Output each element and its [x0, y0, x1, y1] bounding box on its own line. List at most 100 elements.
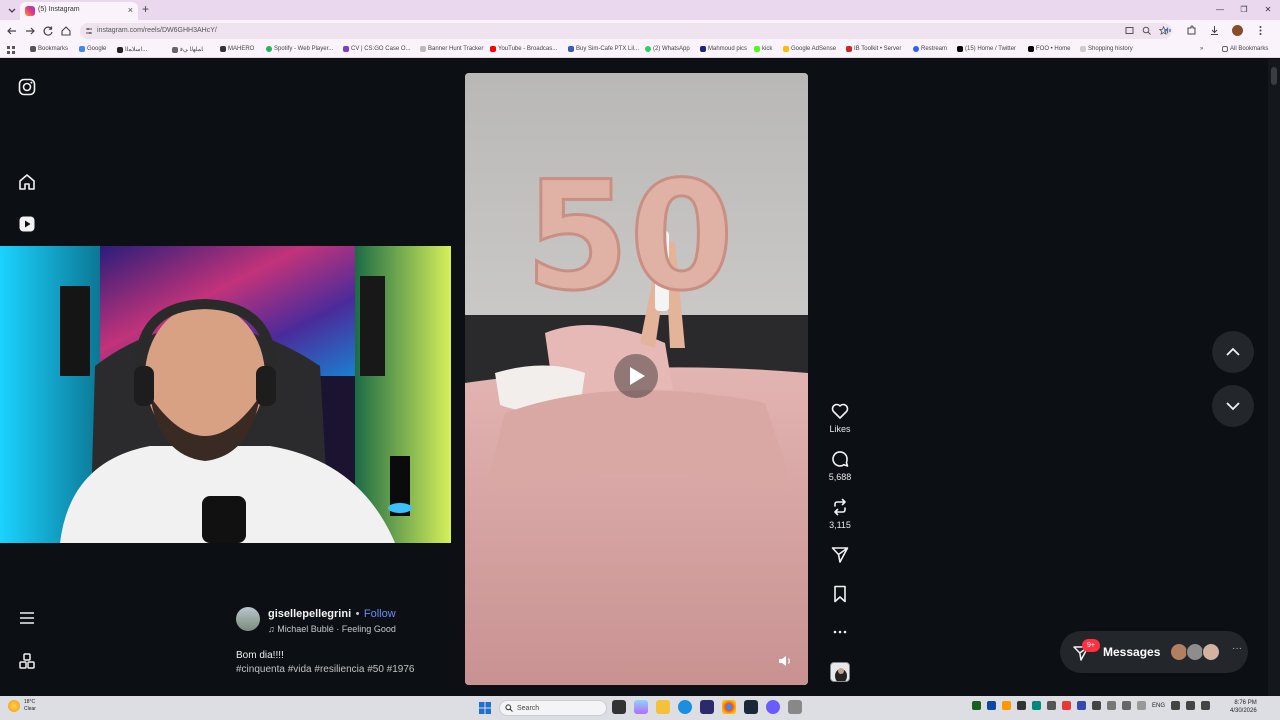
volume-icon[interactable] [775, 651, 795, 671]
minimize-icon[interactable]: — [1208, 0, 1232, 20]
share-action[interactable] [820, 545, 860, 565]
wifi-icon[interactable] [1171, 701, 1181, 710]
more-menu-icon[interactable] [18, 609, 36, 627]
bookmark-item[interactable]: Bookmarks [30, 46, 68, 52]
downloads-icon[interactable] [1209, 25, 1220, 36]
page-scrollbar[interactable] [1268, 59, 1280, 696]
language-indicator[interactable]: ENG [1152, 703, 1165, 709]
bookmark-item[interactable]: ﺍﺳﻠﺎﻤﻟﺍ... [117, 46, 147, 53]
obs-icon[interactable] [766, 700, 780, 714]
settings-gear-icon[interactable] [788, 700, 802, 714]
play-icon[interactable] [614, 354, 658, 398]
bookmark-item[interactable]: CV | CS:GO Case O... [343, 46, 411, 52]
bookmark-item[interactable]: Shopping history [1080, 46, 1133, 52]
back-icon[interactable] [6, 25, 18, 37]
reels-nav-icon[interactable] [18, 215, 36, 233]
profile-avatar[interactable] [1232, 25, 1243, 36]
send-icon[interactable] [830, 545, 850, 565]
tray-app-icon[interactable] [1002, 701, 1011, 710]
comment-action[interactable]: 5,688 [820, 449, 860, 482]
audio-line[interactable]: ♫ Michael Bublé · Feeling Good [268, 624, 396, 634]
browser-tab[interactable]: (5) Instagram × [20, 2, 138, 20]
also-from-meta-icon[interactable] [18, 652, 36, 670]
bookmark-item[interactable]: Mahmoud pics [700, 46, 747, 52]
comment-icon[interactable] [830, 449, 850, 469]
zoom-icon[interactable] [1142, 26, 1151, 35]
tray-app-icon[interactable] [972, 701, 981, 710]
tray-app-icon[interactable] [987, 701, 996, 710]
scrollbar-thumb[interactable] [1271, 67, 1277, 85]
chevron-up-tray-icon[interactable] [1137, 701, 1146, 710]
media-control-icon[interactable] [1163, 25, 1174, 36]
bookmark-item[interactable]: (15) Home / Twitter [957, 46, 1016, 52]
forward-icon[interactable] [24, 25, 36, 37]
next-reel-button[interactable] [1212, 385, 1254, 427]
bookmark-icon[interactable] [830, 584, 850, 604]
tab-close-icon[interactable]: × [128, 5, 133, 15]
bookmark-item[interactable]: IB Toolkit • Server [846, 46, 901, 52]
site-info-icon[interactable] [85, 27, 93, 35]
more-options-action[interactable] [820, 622, 860, 642]
battery-icon[interactable] [1201, 701, 1211, 710]
tray-app-icon[interactable] [1047, 701, 1056, 710]
browser-menu-icon[interactable] [1255, 25, 1266, 36]
tray-app-icon[interactable] [1062, 701, 1071, 710]
tab-search-icon[interactable] [6, 4, 18, 16]
file-explorer-icon[interactable] [656, 700, 670, 714]
tray-app-icon[interactable] [1107, 701, 1116, 710]
repost-icon[interactable] [830, 497, 850, 517]
tray-app-icon[interactable] [1092, 701, 1101, 710]
bookmark-item[interactable]: Google AdSense [783, 46, 836, 52]
messages-button[interactable]: 9+ Messages ··· [1060, 631, 1248, 673]
tray-app-icon[interactable] [1077, 701, 1086, 710]
instagram-logo-icon[interactable] [18, 78, 36, 96]
previous-reel-button[interactable] [1212, 331, 1254, 373]
new-tab-icon[interactable]: + [142, 2, 149, 16]
task-view-icon[interactable] [612, 700, 626, 714]
steam-icon[interactable] [744, 700, 758, 714]
original-audio-thumbnail[interactable] [830, 662, 850, 682]
close-window-icon[interactable]: ✕ [1256, 0, 1280, 20]
home-nav-icon[interactable] [18, 173, 36, 191]
chrome-icon[interactable] [722, 700, 736, 714]
install-app-icon[interactable] [1125, 26, 1134, 35]
apps-grid-icon[interactable] [7, 46, 15, 54]
tray-app-icon[interactable] [1122, 701, 1131, 710]
bookmark-item[interactable]: FOO • Home [1028, 46, 1070, 52]
like-action[interactable]: Likes [820, 401, 860, 434]
bookmarks-overflow-icon[interactable]: » [1200, 46, 1203, 52]
taskbar-clock[interactable]: 8:76 PM 4/30/2026 [1230, 699, 1257, 715]
edge-icon[interactable] [678, 700, 692, 714]
follow-button[interactable]: Follow [364, 608, 396, 620]
extensions-puzzle-icon[interactable] [1186, 25, 1197, 36]
copilot-icon[interactable] [634, 700, 648, 714]
more-horizontal-icon[interactable] [830, 622, 850, 642]
bookmark-item[interactable]: ﺎﻤﻠﻬﻟﺍ ﻲﻓ [172, 46, 203, 53]
bookmark-item[interactable]: (2) WhatsApp [645, 46, 690, 52]
all-bookmarks[interactable]: All Bookmarks [1222, 46, 1268, 52]
bookmark-item[interactable]: Buy Sim-Cafe PTX Lil... [568, 46, 639, 52]
reload-icon[interactable] [42, 25, 54, 37]
bookmark-item[interactable]: YouTube - Broadcas... [490, 46, 557, 52]
bookmark-item[interactable]: Spotify - Web Player... [266, 46, 333, 52]
address-bar[interactable]: instagram.com/reels/DW6GHH3AHcY/ [80, 23, 1172, 39]
windows-start-icon[interactable] [479, 702, 491, 714]
home-icon[interactable] [60, 25, 72, 37]
author-avatar[interactable] [236, 607, 260, 631]
bookmark-item[interactable]: kick [754, 46, 772, 52]
bookmark-item[interactable]: Google [79, 46, 106, 52]
author-username[interactable]: gisellepellegrini [268, 608, 351, 620]
speaker-icon[interactable] [1186, 701, 1196, 710]
store-icon[interactable] [700, 700, 714, 714]
save-action[interactable] [820, 584, 860, 604]
repost-action[interactable]: 3,115 [820, 497, 860, 530]
bookmark-item[interactable]: Restream [913, 46, 947, 52]
bookmark-item[interactable]: Banner Hunt Tracker [420, 46, 483, 52]
maximize-icon[interactable]: ❐ [1232, 0, 1256, 20]
weather-widget[interactable]: 18°C Clear [8, 699, 36, 713]
reel-video[interactable]: 50 [465, 73, 808, 685]
caption-hashtags[interactable]: #cinquenta #vida #resiliencia #50 #1976 [236, 664, 456, 675]
tray-app-icon[interactable] [1032, 701, 1041, 710]
tray-app-icon[interactable] [1017, 701, 1026, 710]
heart-icon[interactable] [830, 401, 850, 421]
